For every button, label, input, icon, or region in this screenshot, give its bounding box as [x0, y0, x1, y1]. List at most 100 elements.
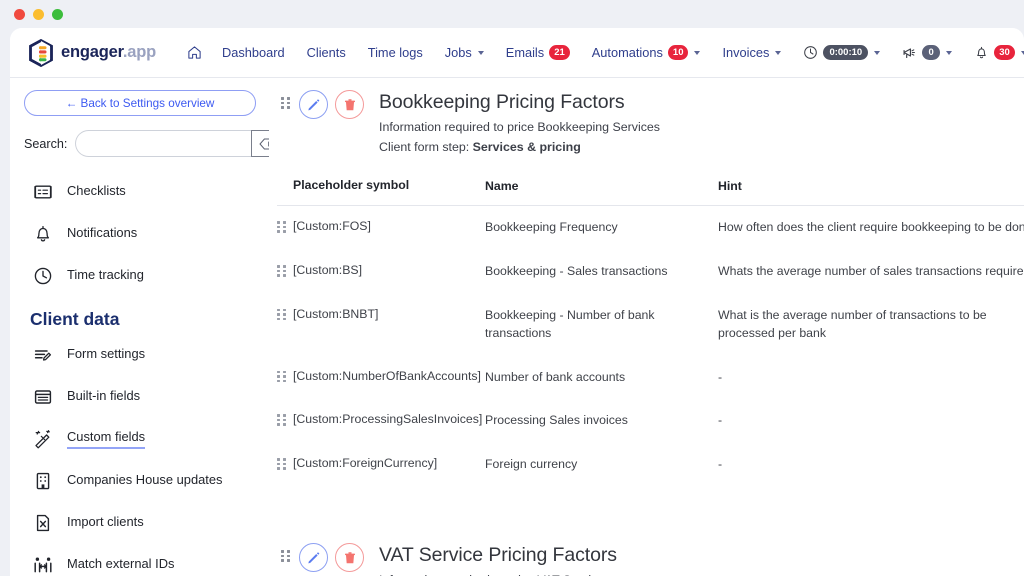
sidebar-item-form-settings[interactable]: Form settings: [24, 334, 255, 376]
table-row[interactable]: [Custom:ProcessingSalesInvoices] Process…: [277, 399, 1024, 443]
drag-handle-icon[interactable]: [281, 550, 290, 562]
section-form-step: Client form step: Services & pricing: [379, 140, 660, 154]
nav-invoices[interactable]: Invoices: [711, 36, 792, 70]
nav-announcements[interactable]: 0: [891, 36, 963, 70]
sidebar-item-companies-house-updates[interactable]: Companies House updates: [24, 460, 255, 502]
window-chrome: [0, 0, 1024, 28]
row-name: Number of bank accounts: [485, 369, 626, 384]
nav-timer[interactable]: 0:00:10: [792, 36, 891, 70]
row-symbol: [Custom:BS]: [293, 263, 363, 278]
nav-jobs-label: Jobs: [444, 45, 472, 60]
sidebar-item-custom-fields[interactable]: Custom fields: [24, 418, 255, 460]
row-name: Bookkeeping - Number of bank transaction…: [485, 307, 655, 340]
brand-logo[interactable]: engager.app: [28, 38, 156, 67]
nav-emails[interactable]: Emails 21: [495, 36, 581, 70]
section-title: Bookkeeping Pricing Factors: [379, 91, 625, 113]
trash-icon: [344, 98, 355, 110]
row-drag-handle-icon[interactable]: [277, 458, 286, 470]
search-clear-button[interactable]: [251, 130, 269, 157]
search-input[interactable]: [75, 130, 252, 157]
clock-icon: [34, 267, 52, 285]
clock-icon: [804, 46, 818, 59]
nav-emails-badge: 21: [549, 45, 570, 60]
window-minimize-button[interactable]: [33, 8, 44, 20]
nav-time-logs[interactable]: Time logs: [357, 36, 434, 70]
table-row[interactable]: [Custom:BS] Bookkeeping - Sales transact…: [277, 250, 1024, 294]
chevron-down-icon: [775, 50, 782, 55]
form-edit-icon: [34, 350, 52, 361]
row-drag-handle-icon[interactable]: [277, 308, 286, 321]
sidebar-item-companies-house-updates-label: Companies House updates: [67, 472, 223, 487]
sidebar-item-checklists-label: Checklists: [67, 183, 126, 198]
back-to-settings-button[interactable]: ← Back to Settings overview: [24, 90, 256, 116]
edit-section-button[interactable]: [299, 90, 328, 119]
nav-home[interactable]: [178, 36, 211, 70]
row-drag-handle-icon[interactable]: [277, 414, 286, 426]
table-row[interactable]: [Custom:ForeignCurrency] Foreign currenc…: [277, 443, 1024, 487]
sidebar-item-time-tracking[interactable]: Time tracking: [24, 255, 255, 297]
bell-icon: [977, 46, 986, 59]
drag-handle-icon[interactable]: [281, 97, 290, 109]
section-title: VAT Service Pricing Factors: [379, 544, 617, 566]
nav-jobs[interactable]: Jobs: [434, 36, 495, 70]
app-screenshot: engager.app Dashboard Clients Time logs …: [0, 0, 1024, 576]
row-drag-handle-icon[interactable]: [277, 370, 286, 383]
section-form-step-prefix: Client form step:: [379, 140, 473, 155]
sidebar-item-custom-fields-label: Custom fields: [67, 429, 146, 449]
sidebar-menu: Checklists Notifications Time tracking C…: [24, 171, 255, 576]
nav-dashboard-label: Dashboard: [222, 45, 285, 60]
table-row[interactable]: [Custom:NumberOfBankAccounts] Number of …: [277, 356, 1024, 400]
page-body: ← Back to Settings overview Search: Chec…: [10, 78, 1024, 576]
nav-notifications[interactable]: 30: [963, 36, 1024, 70]
chevron-down-icon: [477, 50, 484, 55]
pencil-icon: [308, 99, 320, 111]
nav-automations[interactable]: Automations 10: [581, 36, 712, 70]
timer-value: 0:00:10: [823, 45, 869, 60]
row-drag-handle-icon[interactable]: [277, 221, 286, 233]
sidebar-item-notifications[interactable]: Notifications: [24, 213, 255, 255]
row-drag-handle-icon[interactable]: [277, 265, 286, 277]
row-hint: What is the average number of transactio…: [718, 307, 987, 340]
window-zoom-button[interactable]: [52, 8, 63, 20]
row-name: Bookkeeping Frequency: [485, 220, 618, 235]
sidebar-section-heading: Client data: [30, 309, 120, 329]
nav-dashboard[interactable]: Dashboard: [211, 36, 296, 70]
row-hint: -: [718, 457, 723, 472]
sidebar-item-match-external-ids[interactable]: Match external IDs: [24, 544, 255, 576]
table-row[interactable]: [Custom:BNBT] Bookkeeping - Number of ba…: [277, 294, 1024, 356]
pencil-icon: [308, 552, 320, 564]
nav-clients-label: Clients: [306, 45, 346, 60]
row-symbol: [Custom:ProcessingSalesInvoices]: [293, 412, 483, 427]
sidebar-item-built-in-fields[interactable]: Built-in fields: [24, 376, 255, 418]
table-row[interactable]: [Custom:FOS] Bookkeeping Frequency How o…: [277, 206, 1024, 250]
col-header-hint: Hint: [718, 179, 742, 194]
nav-automations-badge: 10: [667, 45, 689, 60]
row-hint: How often does the client require bookke…: [718, 220, 1024, 235]
home-icon: [188, 46, 201, 59]
chevron-down-icon: [694, 50, 701, 55]
row-name: Processing Sales invoices: [485, 413, 628, 428]
row-hint: -: [718, 413, 723, 428]
brand-name-primary: engager: [61, 43, 123, 61]
nav-automations-label: Automations: [591, 45, 663, 60]
section-header-vat: VAT Service Pricing Factors Information …: [277, 531, 1024, 576]
sidebar-item-checklists[interactable]: Checklists: [24, 171, 255, 213]
building-icon: [36, 472, 50, 490]
announcements-badge: 0: [922, 45, 941, 60]
section-header-bookkeeping: Bookkeeping Pricing Factors Information …: [277, 78, 1024, 154]
col-header-placeholder-symbol: Placeholder symbol: [293, 178, 410, 193]
edit-section-button[interactable]: [299, 543, 328, 572]
sidebar-item-form-settings-label: Form settings: [67, 346, 146, 361]
wand-icon: [35, 430, 50, 449]
delete-section-button[interactable]: [335, 543, 364, 572]
window-close-button[interactable]: [14, 8, 25, 20]
notifications-badge: 30: [994, 45, 1015, 60]
backspace-icon: [259, 138, 269, 149]
sidebar-item-import-clients[interactable]: Import clients: [24, 502, 255, 544]
navbar-right-group: 0:00:10 0 30: [792, 36, 1024, 70]
settings-sidebar: ← Back to Settings overview Search: Chec…: [10, 78, 269, 576]
chevron-down-icon: [874, 50, 881, 55]
delete-section-button[interactable]: [335, 90, 364, 119]
row-hint: -: [718, 369, 723, 384]
nav-clients[interactable]: Clients: [296, 36, 357, 70]
